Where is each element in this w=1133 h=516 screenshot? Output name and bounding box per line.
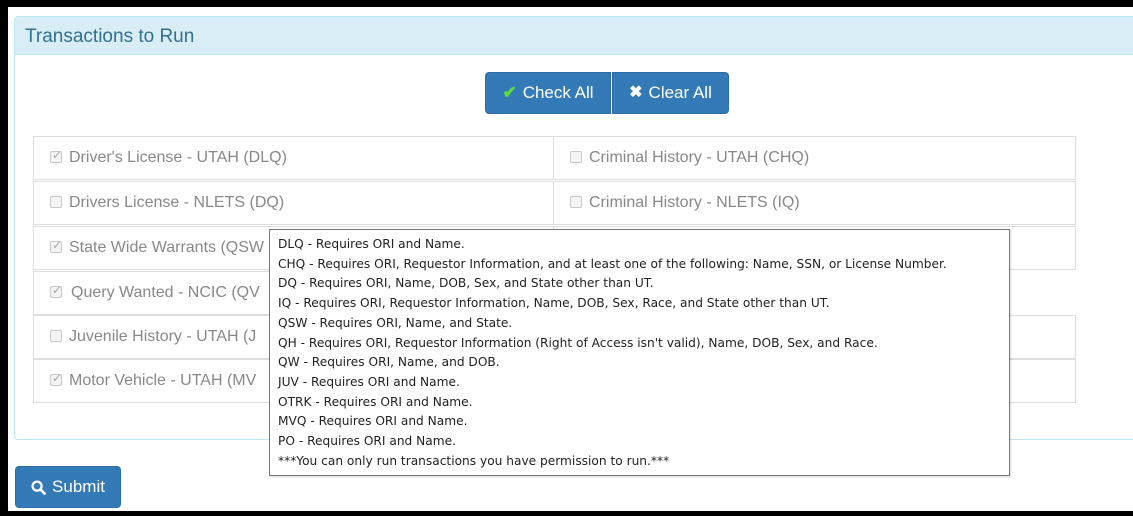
transaction-label: Juvenile History - UTAH (J xyxy=(69,328,257,345)
tooltip-line: ***You can only run transactions you hav… xyxy=(278,453,670,468)
transaction-label: Query Wanted - NCIC (QV xyxy=(71,284,260,301)
tooltip-line: DLQ - Requires ORI and Name. xyxy=(278,237,465,251)
clear-all-button[interactable]: ✖ Clear All xyxy=(612,72,729,114)
checkbox-chq[interactable] xyxy=(570,151,582,163)
transaction-label: Motor Vehicle - UTAH (MV xyxy=(69,372,257,389)
tooltip-line: PO - Requires ORI and Name. xyxy=(278,434,456,449)
panel-title: Transactions to Run xyxy=(25,26,195,47)
check-all-label: Check All xyxy=(522,83,594,102)
requirements-tooltip: DLQ - Requires ORI and Name. CHQ - Requir… xyxy=(269,229,1010,476)
tooltip-line: QH - Requires ORI, Requestor Information… xyxy=(278,335,878,350)
tooltip-line: DQ - Requires ORI, Name, DOB, Sex, and S… xyxy=(278,276,654,291)
tooltip-line: JUV - Requires ORI and Name. xyxy=(278,374,460,389)
transaction-label: Criminal History - NLETS (IQ) xyxy=(589,194,800,211)
checkbox-qw[interactable] xyxy=(50,283,62,298)
checkbox-juv[interactable] xyxy=(50,330,62,342)
transaction-iq[interactable]: Criminal History - NLETS (IQ) xyxy=(553,181,1076,225)
check-all-button[interactable]: ✔ Check All xyxy=(485,72,611,114)
transaction-label: State Wide Warrants (QSW xyxy=(69,239,264,256)
transaction-label: Criminal History - UTAH (CHQ) xyxy=(589,149,810,166)
transaction-label: Drivers License - NLETS (DQ) xyxy=(69,194,285,211)
checkbox-dlq[interactable] xyxy=(50,148,62,163)
submit-button[interactable]: Submit xyxy=(15,466,121,508)
transaction-dq[interactable]: Drivers License - NLETS (DQ) xyxy=(33,181,554,225)
window-frame-left xyxy=(0,0,8,516)
transaction-dlq[interactable]: Driver's License - UTAH (DLQ) xyxy=(33,136,554,180)
checkbox-dq[interactable] xyxy=(50,196,62,208)
transaction-chq[interactable]: Criminal History - UTAH (CHQ) xyxy=(553,136,1076,180)
tooltip-line: QW - Requires ORI, Name, and DOB. xyxy=(278,355,500,370)
tooltip-line: IQ - Requires ORI, Requestor Information… xyxy=(278,296,830,311)
tooltip-line: OTRK - Requires ORI and Name. xyxy=(278,394,473,409)
checkbox-mvq[interactable] xyxy=(50,371,62,386)
tooltip-line: CHQ - Requires ORI, Requestor Informatio… xyxy=(278,256,947,271)
tooltip-line: QSW - Requires ORI, Name, and State. xyxy=(278,315,513,330)
search-icon xyxy=(31,479,46,495)
transaction-label: Driver's License - UTAH (DLQ) xyxy=(69,149,287,166)
submit-label: Submit xyxy=(52,477,105,496)
close-icon: ✖ xyxy=(629,84,643,101)
clear-all-label: Clear All xyxy=(648,83,712,102)
tooltip-line: MVQ - Requires ORI and Name. xyxy=(278,414,468,429)
window-frame-bottom xyxy=(0,511,1133,516)
panel-heading: Transactions to Run xyxy=(15,17,1133,55)
checkbox-qsw[interactable] xyxy=(50,238,62,253)
check-icon: ✔ xyxy=(502,83,517,102)
window-frame-top xyxy=(0,0,1133,7)
checkbox-iq[interactable] xyxy=(570,196,582,208)
